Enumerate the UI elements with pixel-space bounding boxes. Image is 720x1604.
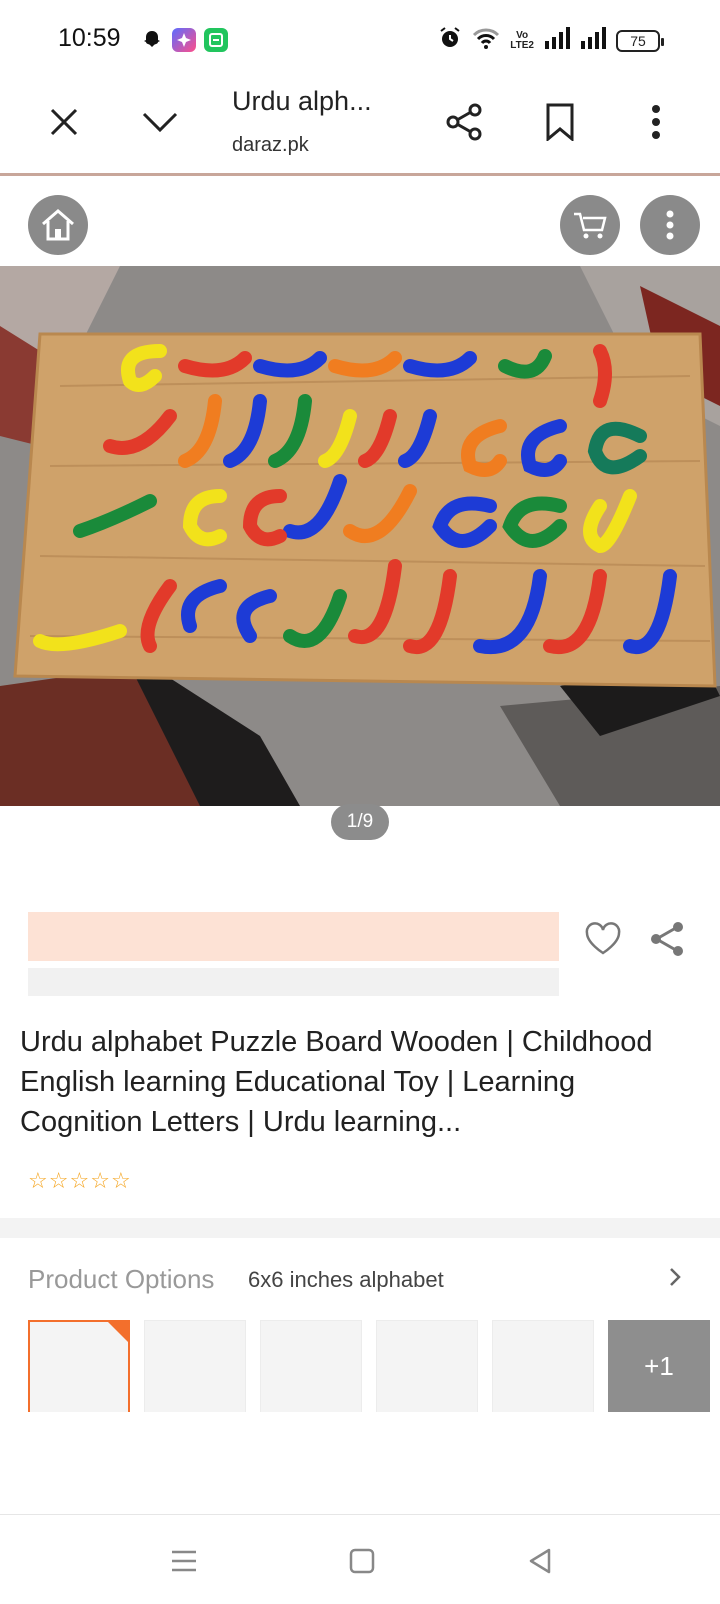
option-thumbnail[interactable]	[492, 1320, 594, 1412]
product-title: Urdu alphabet Puzzle Board Wooden | Chil…	[20, 1026, 653, 1138]
share-icon[interactable]	[440, 98, 488, 146]
bookmark-icon[interactable]	[536, 98, 584, 146]
close-icon[interactable]	[40, 98, 88, 146]
home-icon	[42, 209, 74, 241]
section-divider	[0, 1218, 720, 1238]
notification-icons	[140, 28, 228, 52]
page-more-button[interactable]	[640, 195, 700, 255]
option-thumbnail[interactable]	[376, 1320, 478, 1412]
tab-title[interactable]: Urdu alph...	[232, 86, 372, 117]
signal-icon-1	[544, 27, 570, 54]
cart-button[interactable]	[560, 195, 620, 255]
star-empty-icon: ☆	[110, 1168, 131, 1193]
star-empty-icon: ☆	[69, 1168, 90, 1193]
alarm-icon	[438, 26, 462, 55]
star-empty-icon: ☆	[48, 1168, 69, 1193]
more-vertical-icon[interactable]	[632, 98, 680, 146]
option-thumbnail[interactable]	[144, 1320, 246, 1412]
app-sparkle-icon	[172, 28, 196, 52]
more-options-button[interactable]: +1	[608, 1320, 710, 1412]
home-nav-icon[interactable]	[340, 1539, 384, 1583]
option-thumbnail[interactable]	[260, 1320, 362, 1412]
option-thumbnails: +1	[28, 1320, 710, 1412]
star-empty-icon: ☆	[28, 1168, 48, 1193]
star-empty-icon: ☆	[90, 1168, 110, 1193]
snapchat-icon	[140, 28, 164, 52]
subtitle-placeholder	[28, 968, 559, 996]
wishlist-heart-icon[interactable]	[584, 922, 622, 961]
product-share-icon[interactable]	[648, 920, 686, 963]
chevron-down-icon[interactable]	[136, 98, 184, 146]
product-options-value[interactable]: 6x6 inches alphabet	[248, 1267, 444, 1293]
system-icons: Vo LTE2 75	[438, 26, 664, 55]
volte-icon: Vo LTE2	[510, 29, 534, 51]
cart-icon	[574, 212, 607, 239]
signal-icon-2	[580, 27, 606, 54]
wifi-icon	[472, 27, 500, 54]
calculator-app-icon	[204, 28, 228, 52]
back-icon[interactable]	[518, 1539, 562, 1583]
tab-url[interactable]: daraz.pk	[232, 134, 309, 157]
option-thumbnail-selected[interactable]	[28, 1320, 130, 1412]
status-bar: 10:59 Vo LTE2 75	[0, 0, 720, 80]
system-navigation-bar	[0, 1514, 720, 1604]
product-options-label[interactable]: Product Options	[28, 1264, 214, 1295]
price-placeholder	[28, 912, 559, 961]
recent-apps-icon[interactable]	[162, 1539, 206, 1583]
chevron-right-icon[interactable]	[668, 1266, 682, 1293]
home-button[interactable]	[28, 195, 88, 255]
battery-icon: 75	[616, 29, 664, 52]
status-time: 10:59	[58, 24, 121, 52]
product-image[interactable]	[0, 266, 720, 806]
image-counter: 1/9	[331, 804, 389, 840]
more-vertical-icon	[666, 210, 674, 240]
rating-stars: ☆ ☆ ☆ ☆ ☆	[28, 1170, 131, 1192]
